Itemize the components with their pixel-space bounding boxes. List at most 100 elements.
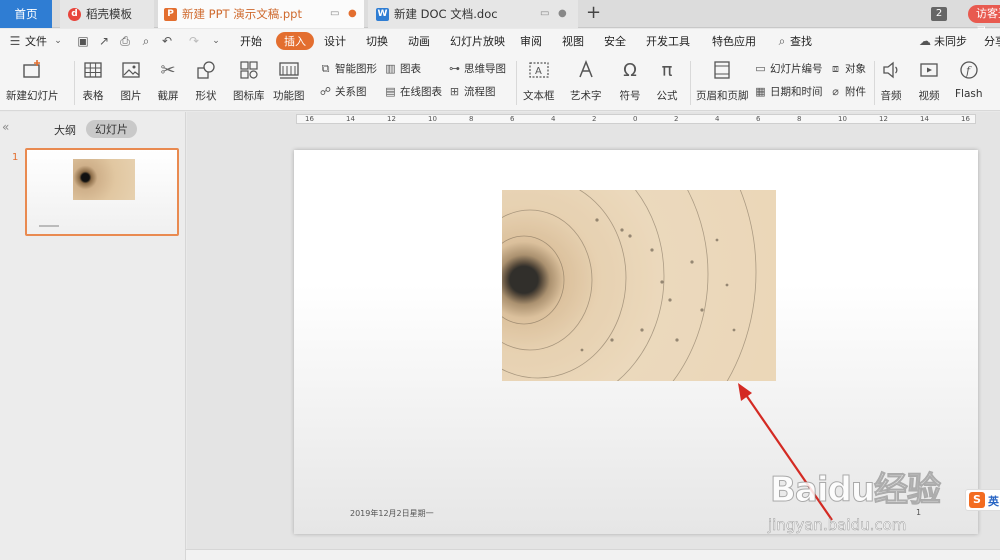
relation-chart-button[interactable]: ☍ 关系图 xyxy=(319,84,367,99)
horizontal-ruler[interactable]: 16 14 12 10 8 6 4 2 0 2 4 6 8 10 12 14 16 xyxy=(296,114,976,124)
menu-slideshow[interactable]: 幻灯片放映 xyxy=(450,33,505,49)
calendar-icon: ▦ xyxy=(755,85,766,98)
video-button[interactable]: 视频 xyxy=(918,59,940,103)
menu-animation[interactable]: 动画 xyxy=(408,33,430,49)
new-tab-plus-icon[interactable]: + xyxy=(586,2,601,23)
function-chart-button[interactable]: 功能图 xyxy=(273,59,305,103)
status-dot-icon[interactable]: ● xyxy=(558,8,567,19)
window-count-badge[interactable]: 2 xyxy=(931,7,947,21)
ruler-tick-label: 14 xyxy=(920,115,929,123)
print-icon[interactable]: ⎙ xyxy=(118,34,132,48)
menu-security[interactable]: 安全 xyxy=(604,33,626,49)
symbol-label: 符号 xyxy=(619,90,641,102)
new-slide-icon xyxy=(21,59,43,81)
table-icon xyxy=(82,59,104,81)
smart-art-button[interactable]: ⧉ 智能图形 xyxy=(319,61,377,76)
function-chart-icon xyxy=(278,59,300,81)
ruler-tick-label: 2 xyxy=(592,115,597,123)
icon-library-button[interactable]: 图标库 xyxy=(233,59,265,103)
relation-chart-label: 关系图 xyxy=(335,86,367,98)
menu-view[interactable]: 视图 xyxy=(562,33,584,49)
chevron-down-icon[interactable]: ⌄ xyxy=(51,34,65,48)
tab-outline[interactable]: 大纲 xyxy=(54,122,76,138)
mind-map-button[interactable]: ⊶ 思维导图 xyxy=(448,61,506,76)
share-button[interactable]: 分享 xyxy=(984,33,1000,49)
video-icon xyxy=(918,59,940,81)
bar-chart-icon: ▥ xyxy=(385,62,396,75)
sheet-music-rings xyxy=(502,190,776,381)
picture-label: 图片 xyxy=(120,90,142,102)
menu-start[interactable]: 开始 xyxy=(240,33,262,49)
shapes-label: 形状 xyxy=(195,90,217,102)
slide-number-button[interactable]: ▭ 幻灯片编号 xyxy=(754,61,822,76)
icon-library-label: 图标库 xyxy=(233,90,265,102)
menu-insert[interactable]: 插入 xyxy=(276,32,314,50)
screenshot-button[interactable]: ✂ 截屏 xyxy=(157,59,179,103)
visitor-login-button[interactable]: 访客登录 xyxy=(968,5,1000,38)
tab-slides[interactable]: 幻灯片 xyxy=(86,120,137,138)
search-label[interactable]: 查找 xyxy=(790,33,812,49)
online-chart-button[interactable]: ▤ 在线图表 xyxy=(384,84,442,99)
tab-doc-document[interactable]: W 新建 DOC 文档.doc ▭ ● xyxy=(368,0,578,28)
audio-button[interactable]: 音频 xyxy=(880,59,902,103)
ruler-tick-label: 10 xyxy=(838,115,847,123)
unsaved-dot-icon[interactable]: ● xyxy=(348,8,357,19)
menu-special[interactable]: 特色应用 xyxy=(712,33,756,49)
redo-icon[interactable]: ↷ xyxy=(187,34,201,48)
picture-button[interactable]: 图片 xyxy=(120,59,142,103)
tab-templates-label: 稻壳模板 xyxy=(86,7,132,21)
watermark-url: jingyan.baidu.com xyxy=(768,516,907,535)
sync-status[interactable]: 未同步 xyxy=(934,33,967,49)
flash-button[interactable]: f Flash xyxy=(955,59,983,100)
attachment-label: 附件 xyxy=(845,86,866,98)
insert-ribbon: 新建幻灯片 表格 图片 ✂ 截屏 形状 图标库 功能图 ⧉ 智能图形 ▥ 图表 ☍ 关… xyxy=(0,53,1000,111)
tab-home[interactable]: 首页 xyxy=(0,0,52,28)
menu-transition[interactable]: 切换 xyxy=(366,33,388,49)
header-footer-button[interactable]: 页眉和页脚 xyxy=(696,59,749,103)
save-icon[interactable]: ▣ xyxy=(76,34,90,48)
search-icon[interactable]: ⌕ xyxy=(775,34,789,48)
menu-review[interactable]: 审阅 xyxy=(520,33,542,49)
collapse-panel-icon[interactable]: « xyxy=(2,120,9,134)
menu-developer[interactable]: 开发工具 xyxy=(646,33,690,49)
date-time-button[interactable]: ▦ 日期和时间 xyxy=(754,84,822,99)
export-icon[interactable]: ↗ xyxy=(97,34,111,48)
shapes-button[interactable]: 形状 xyxy=(195,59,217,103)
object-button[interactable]: ⧈ 对象 xyxy=(829,61,866,76)
print-preview-icon[interactable]: ⌕ xyxy=(139,34,153,48)
table-button[interactable]: 表格 xyxy=(82,59,104,103)
attachment-button[interactable]: ⌀ 附件 xyxy=(829,84,866,99)
monitor-icon[interactable]: ▭ xyxy=(540,8,549,19)
tab-templates[interactable]: d 稻壳模板 xyxy=(60,0,154,28)
slide-thumbnail[interactable] xyxy=(25,148,179,236)
flowchart-button[interactable]: ⊞ 流程图 xyxy=(448,84,496,99)
ribbon-separator xyxy=(516,61,517,105)
slide-thumbnail-number: 1 xyxy=(12,152,19,163)
sheet-music-image[interactable] xyxy=(502,190,776,381)
symbol-button[interactable]: Ω 符号 xyxy=(619,59,641,103)
hamburger-menu-icon[interactable]: ☰ xyxy=(8,34,22,48)
textbox-button[interactable]: A 文本框 xyxy=(523,59,555,103)
smart-art-icon: ⧉ xyxy=(321,62,330,75)
menu-design[interactable]: 设计 xyxy=(324,33,346,49)
sogou-s-icon: S xyxy=(969,492,985,508)
word-art-button[interactable]: 艺术字 xyxy=(570,59,602,103)
table-label: 表格 xyxy=(82,90,104,102)
input-method-badge[interactable]: S 英 xyxy=(965,489,1000,511)
tab-doc-label: 新建 DOC 文档.doc xyxy=(394,7,498,21)
formula-button[interactable]: π 公式 xyxy=(656,59,678,103)
file-menu[interactable]: 文件 xyxy=(25,33,47,49)
monitor-icon[interactable]: ▭ xyxy=(330,8,339,19)
slide-date-footer[interactable]: 2019年12月2日星期一 xyxy=(350,508,434,519)
chart-button[interactable]: ▥ 图表 xyxy=(384,61,421,76)
undo-icon[interactable]: ↶ xyxy=(160,34,174,48)
pi-icon: π xyxy=(661,59,673,81)
menu-bar: ☰ 文件 ⌄ ▣ ↗ ⎙ ⌕ ↶ ↷ ⌄ 开始 插入 设计 切换 动画 幻灯片放… xyxy=(0,29,1000,53)
svg-text:f: f xyxy=(965,65,972,78)
ruler-tick-label: 16 xyxy=(305,115,314,123)
customize-chevron-icon[interactable]: ⌄ xyxy=(209,34,223,48)
tab-ppt-document[interactable]: P 新建 PPT 演示文稿.ppt ▭ ● xyxy=(158,0,364,28)
cloud-sync-icon[interactable]: ☁ xyxy=(918,34,932,48)
chart-label: 图表 xyxy=(400,63,421,75)
new-slide-button[interactable]: 新建幻灯片 xyxy=(6,59,59,103)
